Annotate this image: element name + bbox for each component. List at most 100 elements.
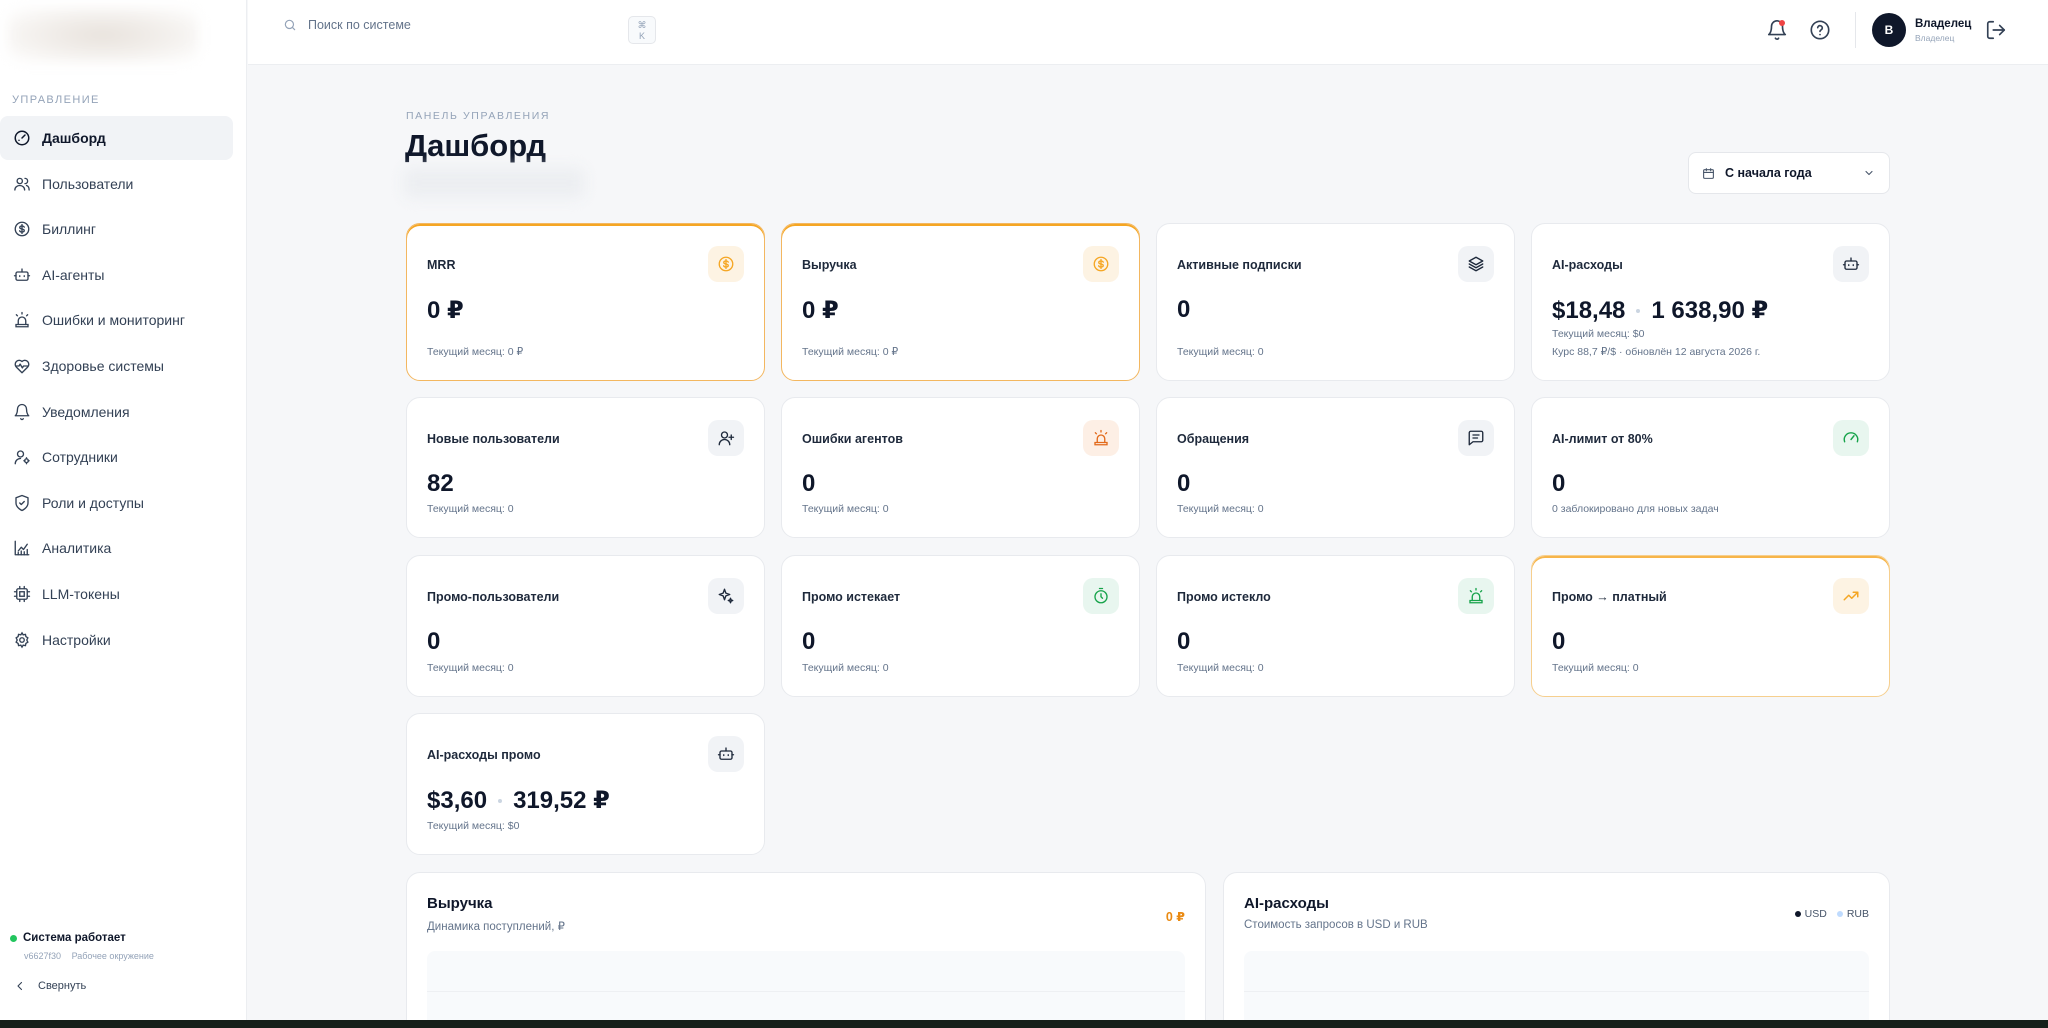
revenue-card[interactable]: Выручка 0 ₽ Текущий месяц: 0 ₽	[781, 223, 1140, 381]
sidebar-item-label: AI-агенты	[42, 266, 105, 283]
user-cog-icon	[14, 450, 30, 465]
search-input[interactable]	[308, 18, 608, 32]
page-subtitle	[404, 168, 584, 198]
legend-swatch-usd	[1794, 911, 1801, 917]
sidebar-item-staff[interactable]: Сотрудники	[0, 435, 233, 479]
avatar[interactable]: В	[1872, 13, 1906, 47]
chevron-down-icon	[1865, 170, 1873, 176]
period-select[interactable]: С начала года	[1688, 152, 1890, 194]
card-value: 0 ₽	[427, 297, 464, 324]
chart-subtitle: Динамика поступлений, ₽	[427, 921, 565, 933]
sidebar-item-notifications[interactable]: Уведомления	[0, 390, 233, 434]
ai-costs-card[interactable]: AI-расходы $18,48 1 638,90 ₽ Текущий мес…	[1531, 223, 1890, 381]
promo-users-card[interactable]: Промо-пользователи 0 Текущий месяц: 0	[406, 555, 765, 697]
subscriptions-card[interactable]: Активные подписки 0 Текущий месяц: 0	[1156, 223, 1515, 381]
sidebar-item-dashboard[interactable]: Дашборд	[0, 116, 233, 160]
status-label: Система работает	[23, 932, 126, 944]
sidebar-item-settings[interactable]: Настройки	[0, 618, 233, 662]
sidebar-item-errors[interactable]: Ошибки и мониторинг	[0, 298, 233, 342]
sidebar-item-label: Уведомления	[42, 403, 130, 420]
card-label: AI-расходы промо	[427, 748, 541, 762]
chip-icon	[13, 585, 31, 603]
sidebar-item-ai-agents[interactable]: AI-агенты	[0, 253, 233, 297]
card-icon	[1458, 420, 1494, 456]
card-label: Промо истекло	[1177, 590, 1271, 604]
dollar-circle-icon	[14, 221, 30, 237]
status-line: Система работает	[10, 932, 162, 944]
card-value: 0	[427, 628, 441, 655]
page-title: Дашборд	[405, 128, 547, 163]
sidebar: УПРАВЛЕНИЕ Дашборд Пользователи Биллинг …	[0, 0, 247, 1020]
chevron-left-icon	[17, 981, 23, 991]
card-icon	[1458, 246, 1494, 282]
value-separator	[498, 798, 503, 803]
topbar-divider	[1855, 12, 1856, 48]
user-name: Владелец	[1915, 18, 1972, 30]
shortcut-key: K	[638, 31, 645, 41]
card-label: Ошибки агентов	[802, 432, 903, 446]
card-icon	[708, 578, 744, 614]
user-plus-icon	[718, 431, 735, 446]
sidebar-item-label: LLM-токены	[42, 585, 120, 602]
user-role: Владелец	[1915, 33, 1955, 43]
legend-label-rub: RUB	[1846, 908, 1869, 920]
sidebar-item-llm-tokens[interactable]: LLM-токены	[0, 572, 233, 616]
value-usd: $18,48	[1552, 296, 1626, 324]
gauge-icon	[14, 130, 30, 146]
card-subtext: Текущий месяц: 0	[427, 503, 514, 515]
tickets-card[interactable]: Обращения 0 Текущий месяц: 0	[1156, 397, 1515, 538]
gear-icon	[15, 631, 29, 648]
card-label: Промо истекает	[802, 590, 901, 604]
card-label: Промо-пользователи	[427, 590, 560, 604]
logo[interactable]	[8, 8, 198, 62]
sidebar-item-label: Роли и доступы	[42, 494, 144, 511]
promo-paid-card[interactable]: Промо → платный 0 Текущий месяц: 0	[1531, 555, 1890, 697]
collapse-sidebar-button[interactable]: Свернуть	[14, 980, 86, 992]
alarm-icon	[1469, 587, 1483, 604]
card-icon	[1833, 420, 1869, 456]
sidebar-item-label: Здоровье системы	[42, 357, 164, 374]
logout-icon	[1986, 20, 2006, 40]
ai-promo-costs-card[interactable]: AI-расходы промо $3,60 319,52 ₽ Текущий …	[406, 713, 765, 855]
message-icon	[1468, 430, 1484, 446]
promo-expiring-card[interactable]: Промо истекает 0 Текущий месяц: 0	[781, 555, 1140, 697]
card-value: 0	[1177, 470, 1191, 497]
sidebar-item-billing[interactable]: Биллинг	[0, 207, 233, 251]
ai-limit-card[interactable]: AI-лимит от 80% 0 0 заблокировано для но…	[1531, 397, 1890, 538]
value-separator	[1636, 308, 1641, 313]
promo-expired-card[interactable]: Промо истекло 0 Текущий месяц: 0	[1156, 555, 1515, 697]
search-icon	[284, 19, 296, 31]
card-value: $18,48 1 638,90 ₽	[1552, 296, 1768, 325]
ai-costs-chart-area[interactable]	[1244, 951, 1869, 1028]
value-rub: 1 638,90 ₽	[1651, 297, 1769, 324]
users-icon	[14, 177, 30, 191]
revenue-chart-area[interactable]	[427, 951, 1185, 1028]
card-label: AI-лимит от 80%	[1552, 432, 1653, 446]
card-value: 0	[802, 470, 816, 497]
logout-button[interactable]	[1985, 19, 2007, 41]
card-icon	[1083, 246, 1119, 282]
card-subtext: Текущий месяц: 0	[1177, 503, 1264, 515]
agent-errors-card[interactable]: Ошибки агентов 0 Текущий месяц: 0	[781, 397, 1140, 538]
topbar: ⌘ K В Владелец Владелец	[248, 0, 2048, 65]
sidebar-item-label: Дашборд	[42, 130, 106, 146]
search-bar[interactable]	[283, 18, 608, 32]
help-button[interactable]	[1809, 19, 1831, 41]
mrr-card[interactable]: MRR 0 ₽ Текущий месяц: 0 ₽	[406, 223, 765, 381]
status-details: v6627f30 Рабочее окружение	[24, 951, 162, 961]
sidebar-item-users[interactable]: Пользователи	[0, 162, 233, 206]
card-subtext: 0 заблокировано для новых задач	[1552, 503, 1719, 515]
sidebar-item-label: Аналитика	[42, 540, 112, 557]
value-rub: 319,52 ₽	[513, 787, 610, 814]
sidebar-item-roles[interactable]: Роли и доступы	[0, 481, 233, 525]
sidebar-item-analytics[interactable]: Аналитика	[0, 526, 233, 570]
system-status: Система работает v6627f30 Рабочее окруже…	[10, 932, 162, 961]
sidebar-item-health[interactable]: Здоровье системы	[0, 344, 233, 388]
help-circle-icon	[1810, 20, 1830, 40]
card-icon	[708, 736, 744, 772]
chart-gridline	[1244, 991, 1869, 992]
ai-costs-chart-card: AI-расходы Стоимость запросов в USD и RU…	[1223, 872, 1890, 1028]
new-users-card[interactable]: Новые пользователи 82 Текущий месяц: 0	[406, 397, 765, 538]
card-value: 0	[1552, 470, 1566, 497]
notifications-button[interactable]	[1766, 19, 1788, 41]
